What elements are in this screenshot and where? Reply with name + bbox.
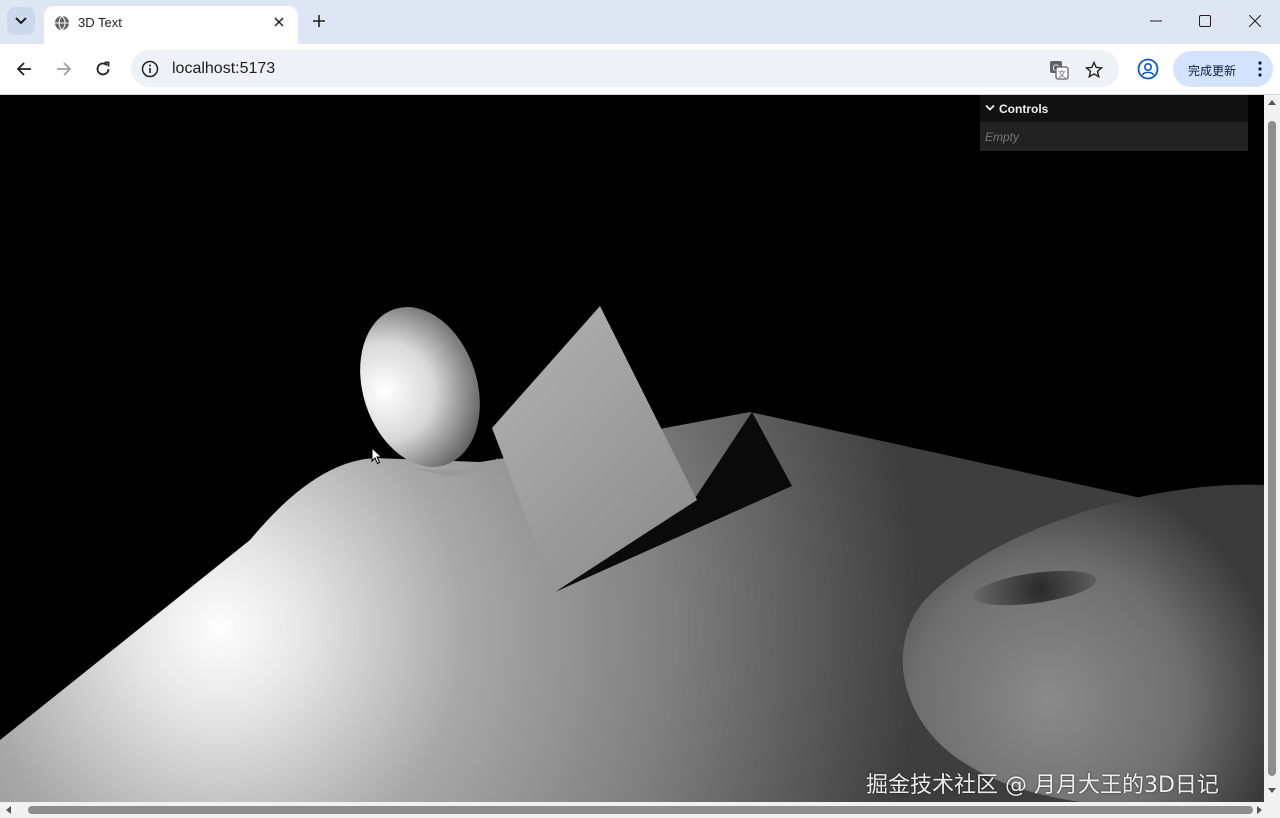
horizontal-scrollbar[interactable] [0,802,1280,818]
controls-header[interactable]: Controls [980,95,1248,122]
minimize-button[interactable] [1143,8,1169,34]
forward-icon [57,62,72,76]
controls-panel: Controls Empty [980,95,1248,151]
sphere [360,307,480,467]
plus-icon [313,15,325,27]
cursor-icon [371,447,383,465]
browser-toolbar: localhost:5173 G 文 完成更新 [0,44,1280,95]
back-icon [16,62,31,76]
controls-title: Controls [999,102,1049,116]
forward-button[interactable] [51,56,77,82]
window-close-icon [1249,15,1261,27]
profile-icon[interactable] [1137,58,1159,80]
back-button[interactable] [11,56,37,82]
bookmark-button[interactable] [1084,60,1104,80]
new-tab-button[interactable] [307,9,331,33]
window-close-button[interactable] [1242,8,1268,34]
controls-empty-text: Empty [985,130,1020,144]
update-button[interactable]: 完成更新 [1173,51,1273,87]
scroll-up-icon[interactable] [1268,100,1276,105]
close-tab-button[interactable] [270,13,288,31]
vertical-scroll-thumb[interactable] [1268,121,1276,776]
info-icon[interactable] [141,60,159,78]
controls-body: Empty [980,122,1248,151]
reload-icon [96,61,110,76]
address-bar[interactable]: localhost:5173 G 文 [131,50,1119,87]
tab-title: 3D Text [78,15,122,30]
watermark: 掘金技术社区 @ 月月大王的3D日记 [866,773,1219,798]
horizontal-scroll-thumb[interactable] [28,806,1253,814]
scroll-down-icon[interactable] [1268,788,1276,793]
webgl-canvas[interactable]: Controls Empty [0,95,1264,802]
tab-strip: 3D Text [0,0,1280,44]
svg-text:文: 文 [1058,69,1066,79]
star-icon [1085,61,1103,79]
update-button-label: 完成更新 [1188,64,1237,78]
3d-scene [0,306,1264,802]
translate-button[interactable]: G 文 [1049,60,1069,80]
close-icon [274,17,284,27]
minimize-icon [1150,20,1162,22]
active-tab[interactable]: 3D Text [44,6,298,44]
chevron-down-icon [985,104,995,111]
url-text[interactable]: localhost:5173 [172,60,275,78]
scroll-right-icon[interactable] [1257,806,1262,814]
tab-list-icon [15,17,27,25]
tab-list-button[interactable] [7,7,35,35]
reload-button[interactable] [90,56,116,82]
maximize-button[interactable] [1192,8,1218,34]
vertical-scrollbar[interactable] [1264,95,1280,802]
scroll-left-icon[interactable] [6,806,11,814]
maximize-icon [1199,15,1211,27]
more-icon [1258,61,1262,77]
translate-icon: G 文 [1050,61,1069,80]
globe-icon [55,15,69,31]
